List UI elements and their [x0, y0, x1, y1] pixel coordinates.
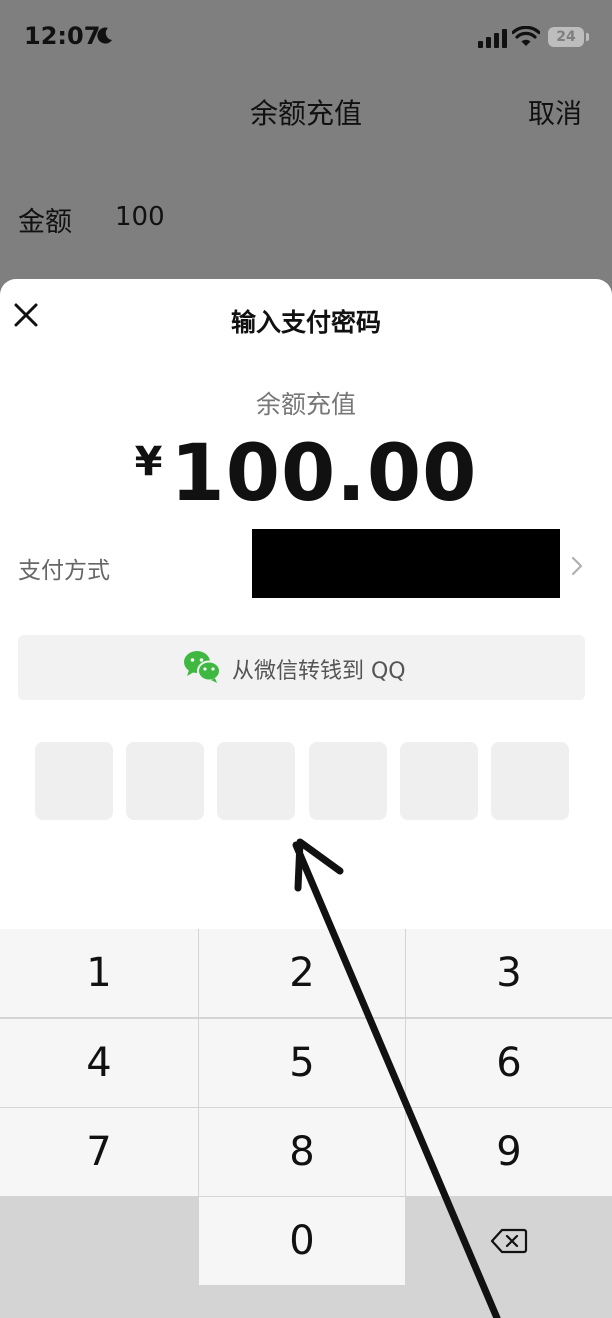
password-input[interactable]: [35, 742, 575, 822]
pin-digit-box: [35, 742, 113, 820]
cancel-button[interactable]: 取消: [528, 92, 582, 131]
wifi-icon: [512, 26, 540, 46]
key-blank: [0, 1197, 198, 1285]
backspace-icon: [490, 1228, 528, 1254]
key-0[interactable]: 0: [199, 1197, 405, 1285]
key-2[interactable]: 2: [199, 929, 405, 1017]
numeric-keypad: 123 456 7890: [0, 929, 612, 1318]
chevron-right-icon[interactable]: [570, 555, 584, 577]
battery-level: 24: [556, 29, 576, 45]
wechat-transfer-button[interactable]: 从微信转钱到 QQ: [18, 635, 585, 700]
pin-digit-box: [491, 742, 569, 820]
amount-number: 100.00: [170, 429, 478, 519]
key-5[interactable]: 5: [199, 1019, 405, 1107]
page-title: 余额充值: [249, 97, 362, 130]
pin-digit-box: [217, 742, 296, 820]
pin-digit-box: [126, 742, 205, 820]
key-backspace[interactable]: [406, 1197, 612, 1285]
key-9[interactable]: 9: [406, 1108, 612, 1196]
transfer-label: 从微信转钱到 QQ: [232, 659, 406, 684]
currency-symbol: ¥: [134, 439, 163, 485]
payment-purpose: 余额充值: [255, 390, 356, 419]
payment-method-selector[interactable]: [252, 529, 560, 598]
key-7[interactable]: 7: [0, 1108, 198, 1196]
battery-icon: 24: [548, 27, 584, 47]
amount-row: 金额 100: [0, 150, 612, 280]
amount-input[interactable]: 100: [115, 202, 165, 232]
pin-digit-box: [308, 742, 387, 820]
key-8[interactable]: 8: [199, 1108, 405, 1196]
wechat-icon: [184, 651, 221, 683]
pin-digit-box: [399, 742, 478, 820]
key-1[interactable]: 1: [0, 929, 198, 1017]
key-3[interactable]: 3: [406, 929, 612, 1017]
cellular-signal-icon: [478, 29, 507, 48]
status-bar: 12:07 24: [0, 0, 612, 80]
status-time: 12:07: [24, 22, 101, 50]
amount-label: 金额: [18, 207, 72, 238]
moon-icon: [97, 27, 112, 44]
key-4[interactable]: 4: [0, 1019, 198, 1107]
battery-cap: [586, 33, 589, 41]
key-6[interactable]: 6: [406, 1019, 612, 1107]
payment-method-label: 支付方式: [18, 558, 110, 584]
payment-amount: ¥100.00: [0, 429, 612, 519]
sheet-title: 输入支付密码: [230, 308, 381, 337]
